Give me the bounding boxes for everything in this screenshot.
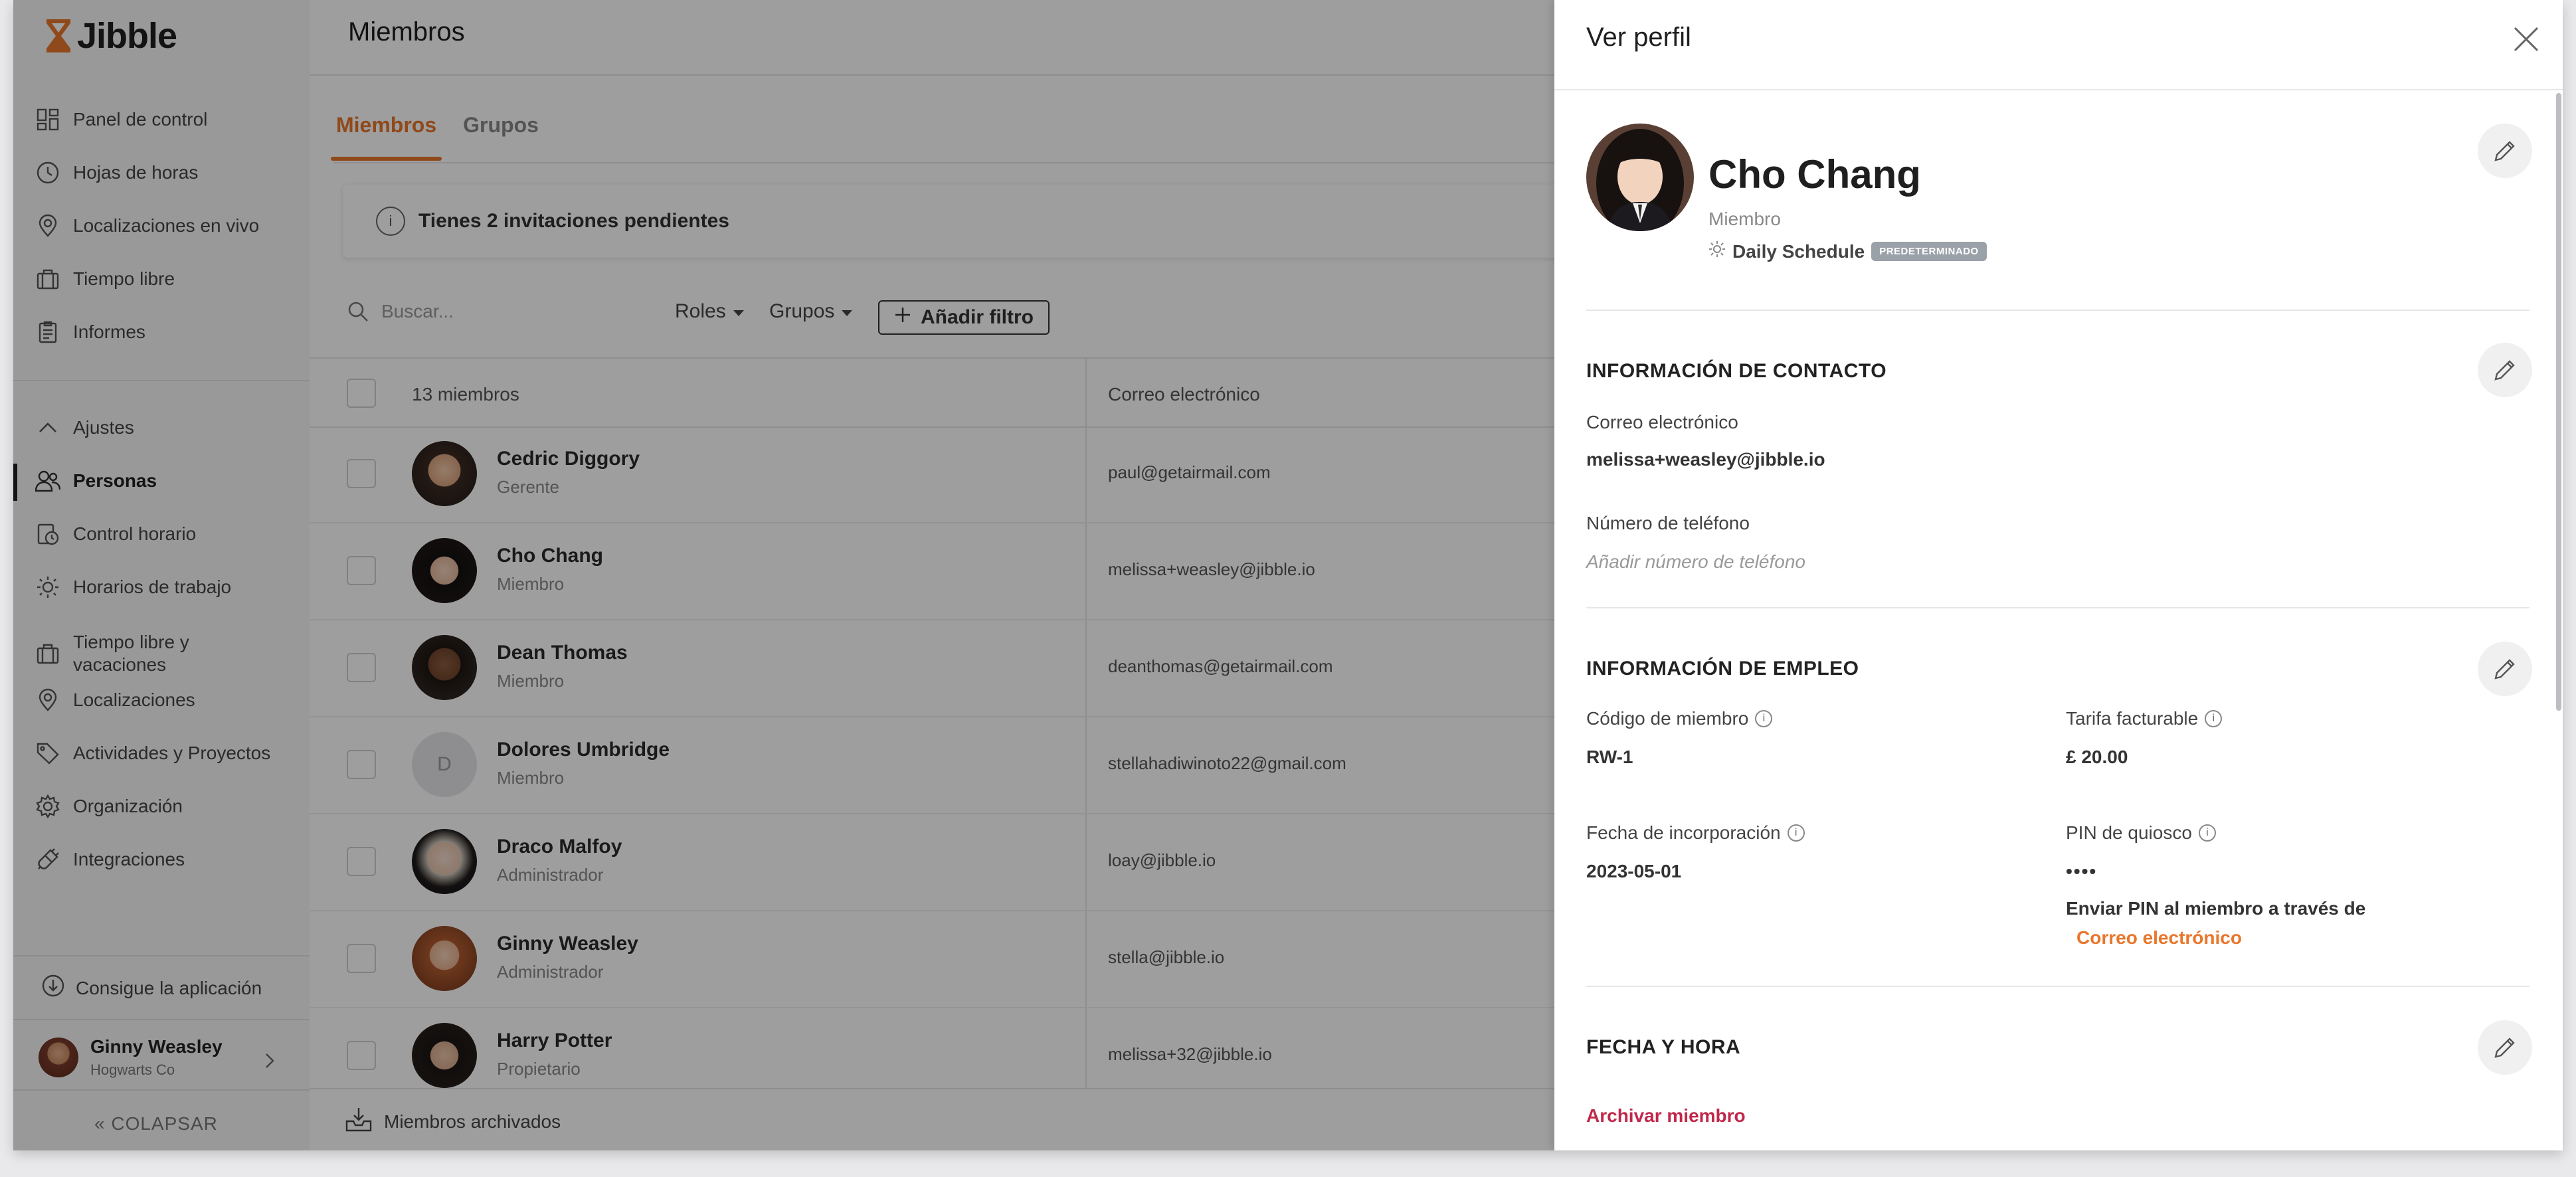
close-icon[interactable] <box>2511 24 2541 54</box>
section-divider <box>1586 607 2530 608</box>
pencil-icon <box>2494 659 2515 679</box>
email-label: Correo electrónico <box>1586 412 1738 432</box>
archive-member-link[interactable]: Archivar miembro <box>1586 1105 1746 1127</box>
info-icon[interactable]: i <box>1755 710 1773 727</box>
datetime-section-title: FECHA Y HORA <box>1586 1036 1741 1058</box>
kiosk-pin-label-text: PIN de quiosco <box>2066 822 2192 843</box>
edit-profile-button[interactable] <box>2478 124 2532 178</box>
pencil-icon <box>2494 1038 2515 1058</box>
send-pin-text: Enviar PIN al miembro a través de <box>2066 898 2366 919</box>
default-badge: PREDETERMINADO <box>1871 242 1987 261</box>
contact-section-title: INFORMACIÓN DE CONTACTO <box>1586 360 1887 382</box>
schedule-icon <box>1708 240 1726 262</box>
info-icon[interactable]: i <box>1787 824 1805 842</box>
member-code-label: Código de miembro i <box>1586 708 1773 729</box>
edit-contact-button[interactable] <box>2478 343 2532 397</box>
billable-rate-value: £ 20.00 <box>2066 747 2128 767</box>
profile-role: Miembro <box>1708 209 1781 229</box>
pencil-icon <box>2494 360 2515 381</box>
send-pin-email-link[interactable]: Correo electrónico <box>2076 927 2242 949</box>
join-date-label-text: Fecha de incorporación <box>1586 822 1781 843</box>
pencil-icon <box>2494 141 2515 161</box>
billable-rate-label-text: Tarifa facturable <box>2066 708 2199 729</box>
phone-label: Número de teléfono <box>1586 513 1750 533</box>
billable-rate-label: Tarifa facturable i <box>2066 708 2223 729</box>
app-window: Jibble Panel de control Hojas de horas L… <box>13 0 2563 1150</box>
employment-section-title: INFORMACIÓN DE EMPLEO <box>1586 658 1859 679</box>
join-date-value: 2023-05-01 <box>1586 861 1682 881</box>
profile-avatar <box>1586 124 1694 231</box>
panel-header-divider <box>1554 89 2563 90</box>
edit-employment-button[interactable] <box>2478 642 2532 696</box>
edit-datetime-button[interactable] <box>2478 1020 2532 1075</box>
section-divider <box>1586 310 2530 311</box>
modal-backdrop[interactable] <box>13 0 1568 1150</box>
kiosk-pin-label: PIN de quiosco i <box>2066 822 2216 844</box>
panel-title: Ver perfil <box>1586 23 1691 52</box>
email-value: melissa+weasley@jibble.io <box>1586 449 1825 470</box>
info-icon[interactable]: i <box>2205 710 2223 727</box>
info-icon[interactable]: i <box>2198 824 2216 842</box>
join-date-label: Fecha de incorporación i <box>1586 822 1805 844</box>
panel-scrollbar[interactable] <box>2556 93 2561 711</box>
member-code-value: RW-1 <box>1586 747 1633 767</box>
schedule-name: Daily Schedule <box>1732 240 1865 262</box>
section-divider <box>1586 986 2530 987</box>
profile-name: Cho Chang <box>1708 152 1921 197</box>
member-code-label-text: Código de miembro <box>1586 708 1749 729</box>
kiosk-pin-value: •••• <box>2066 861 2098 881</box>
phone-placeholder[interactable]: Añadir número de teléfono <box>1586 551 1805 573</box>
profile-panel: Ver perfil Cho Chang Miembro Daily Sched… <box>1554 0 2563 1150</box>
profile-schedule[interactable]: Daily Schedule PREDETERMINADO <box>1708 240 1987 262</box>
